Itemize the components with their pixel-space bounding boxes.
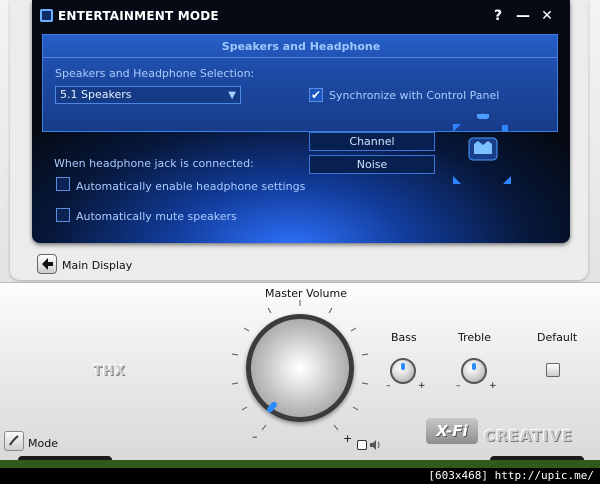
chevron-down-icon: ▼ [228,90,236,101]
bass-minus: – [386,381,391,391]
speaker-layout-diagram [453,113,511,184]
bass-indicator [401,363,405,370]
watermark: [603x468] http://upic.me/ [0,468,600,484]
speaker-select-value: 5.1 Speakers [60,88,132,101]
rear-right-speaker-icon [503,176,511,184]
sync-checkbox[interactable]: ✔ [309,88,323,102]
default-label: Default [537,331,578,344]
close-button[interactable]: ✕ [538,7,556,25]
front-left-speaker-icon [453,124,461,132]
treble-indicator [472,363,476,370]
entertainment-window: ENTERTAINMENT MODE ? — ✕ Speakers and He… [32,0,570,243]
creative-logo: CREATIVE [484,427,573,445]
arrow-left-icon [42,258,53,270]
default-button[interactable] [546,363,560,377]
master-volume-knob[interactable] [246,314,354,422]
front-right-speaker-icon [502,125,508,131]
auto-mute-label: Automatically mute speakers [76,210,237,223]
selection-label: Speakers and Headphone Selection: [55,67,255,80]
auto-enable-label: Automatically enable headphone settings [76,180,306,193]
desktop-strip [0,460,600,468]
speaker-select[interactable]: 5.1 Speakers ▼ [55,86,241,104]
treble-knob[interactable] [461,358,487,384]
xfi-logo: X-Fi [426,418,478,444]
treble-plus: + [489,381,497,391]
mode-icon [9,435,19,446]
sync-label: Synchronize with Control Panel [329,89,500,102]
rear-left-speaker-icon [453,176,461,184]
bass-knob[interactable] [390,358,416,384]
treble-minus: – [456,381,461,391]
thx-logo: THX [93,364,126,379]
volume-max-label: + [343,432,353,445]
volume-min-label: – [252,430,258,443]
window-title: ENTERTAINMENT MODE [58,9,219,23]
minimize-button[interactable]: — [514,7,532,25]
main-display-label: Main Display [62,259,133,272]
bass-label: Bass [391,331,417,344]
main-display-button[interactable] [37,254,57,274]
treble-label: Treble [458,331,491,344]
mode-button[interactable] [4,431,24,451]
auto-mute-checkbox[interactable] [56,208,70,222]
channel-button[interactable]: Channel [309,132,435,151]
title-bar: ENTERTAINMENT MODE ? — ✕ [32,0,570,32]
jack-label: When headphone jack is connected: [54,157,254,170]
panel-title: Speakers and Headphone [221,40,381,53]
bass-plus: + [418,381,426,391]
mode-label: Mode [28,437,58,450]
app-icon [40,9,53,22]
panel-divider [43,57,557,58]
noise-button[interactable]: Noise [309,155,435,174]
volume-indicator [265,400,279,414]
auto-enable-checkbox[interactable] [56,177,70,191]
mute-checkbox[interactable] [357,440,367,450]
speaker-icon [370,440,380,450]
help-button[interactable]: ? [489,7,507,25]
